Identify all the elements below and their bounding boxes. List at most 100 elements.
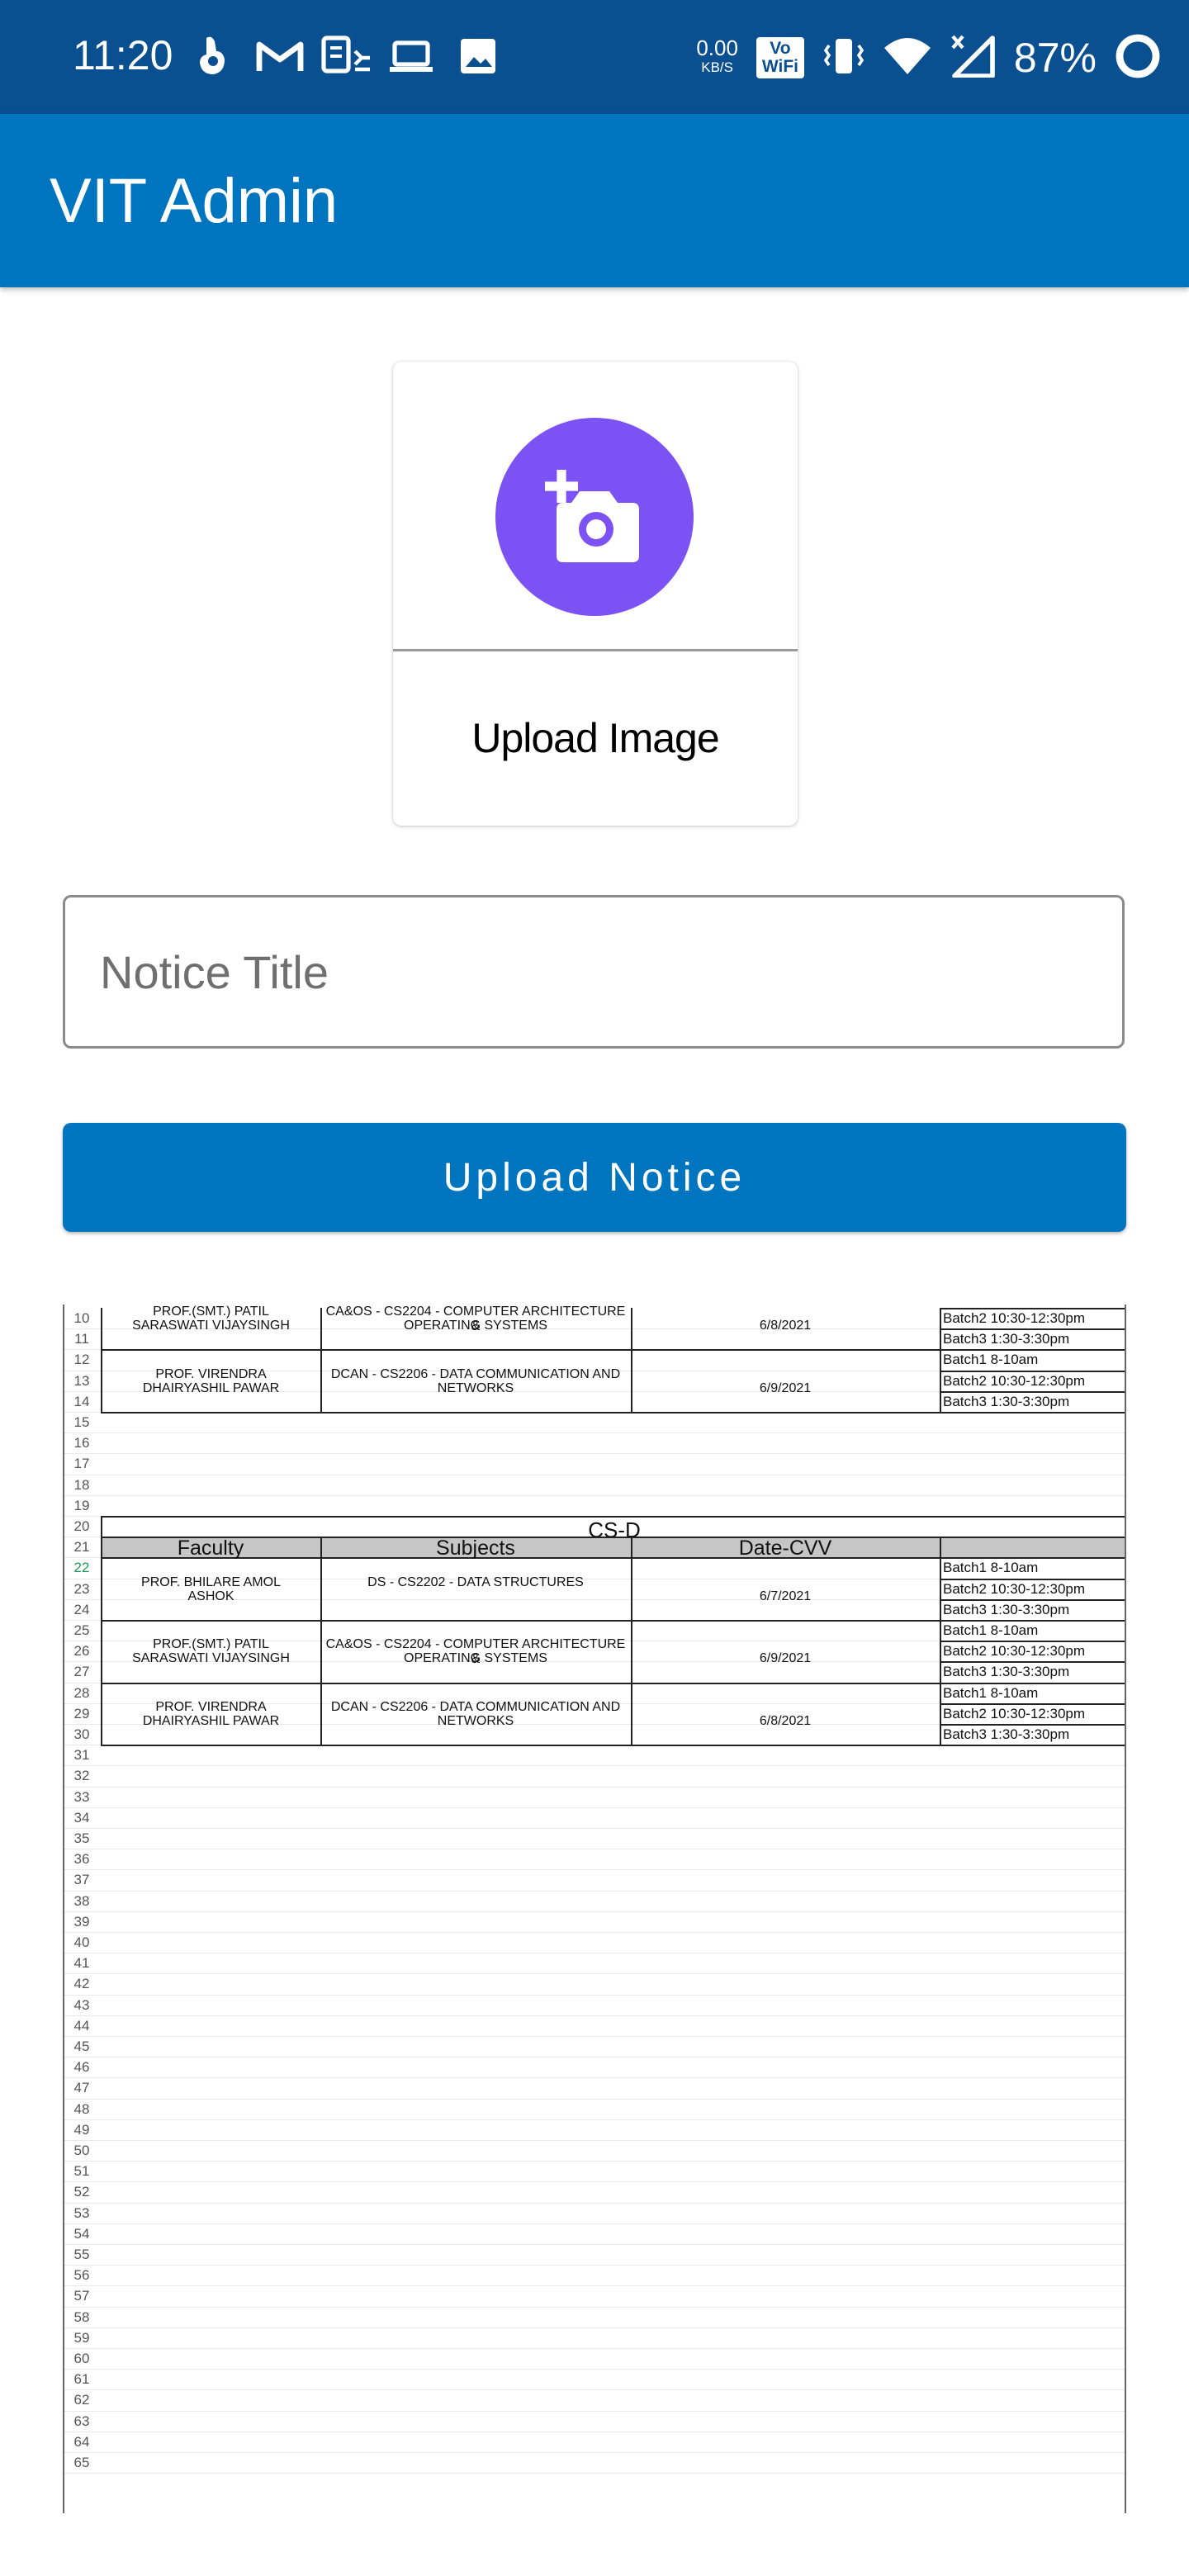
grid-row-line bbox=[64, 2452, 1125, 2453]
row-number: 57 bbox=[73, 2288, 90, 2304]
table-border bbox=[320, 1308, 322, 1350]
row-number: 34 bbox=[73, 1809, 90, 1825]
upload-image-card[interactable]: Upload Image bbox=[393, 362, 798, 826]
signal-icon bbox=[950, 35, 996, 82]
table-border bbox=[320, 1537, 322, 1560]
row-number: 29 bbox=[73, 1705, 90, 1721]
row-number: 44 bbox=[73, 2017, 90, 2034]
table-border bbox=[940, 1620, 941, 1683]
grid-row-line bbox=[64, 2077, 1125, 2079]
subject-cell: OPERATING SYSTEMS bbox=[404, 1319, 547, 1333]
batch-cell: Batch3 1:30-3:30pm bbox=[943, 1726, 1070, 1742]
row-number: 60 bbox=[73, 2351, 90, 2366]
net-speed-unit: KB/S bbox=[701, 59, 733, 75]
notice-title-input[interactable] bbox=[65, 897, 1122, 1046]
row-number: 20 bbox=[73, 1518, 90, 1534]
row-number: 32 bbox=[73, 1768, 90, 1784]
subject-cell: DCAN - CS2206 - DATA COMMUNICATION AND bbox=[330, 1699, 621, 1714]
grid-row-line bbox=[64, 2285, 1125, 2287]
table-border bbox=[940, 1370, 1125, 1372]
faculty-cell: PROF.(SMT.) PATIL bbox=[153, 1637, 269, 1652]
add-photo-icon[interactable] bbox=[495, 418, 694, 616]
row-number: 53 bbox=[73, 2204, 90, 2221]
grid-row-line bbox=[64, 2223, 1125, 2224]
upload-image-icon-area[interactable] bbox=[393, 362, 798, 651]
table-border bbox=[101, 1557, 102, 1620]
faculty-cell: DHAIRYASHIL PAWAR bbox=[142, 1713, 280, 1728]
table-border bbox=[940, 1578, 1125, 1580]
row-number: 43 bbox=[73, 1996, 90, 2013]
row-number: 36 bbox=[73, 1851, 90, 1868]
faculty-cell: SARASWATI VIJAYSINGH bbox=[132, 1651, 290, 1666]
faculty-cell: PROF.(SMT.) PATIL bbox=[153, 1305, 269, 1319]
subject-cell: NETWORKS bbox=[437, 1713, 514, 1728]
table-border bbox=[631, 1349, 632, 1412]
notice-title-field[interactable] bbox=[63, 895, 1125, 1049]
grid-row-line bbox=[64, 1994, 1125, 1996]
batch-cell: Batch2 10:30-12:30pm bbox=[943, 1372, 1086, 1389]
table-border bbox=[101, 1349, 102, 1412]
row-number: 10 bbox=[73, 1310, 90, 1326]
grid-row-line bbox=[64, 1432, 1125, 1434]
table-border bbox=[940, 1641, 1125, 1643]
row-number: 24 bbox=[73, 1601, 90, 1617]
row-number: 16 bbox=[73, 1435, 90, 1451]
grid-row-line bbox=[64, 2015, 1125, 2016]
grid-row-line bbox=[64, 1494, 1125, 1496]
table-border bbox=[940, 1328, 1125, 1331]
table-header-cell: Date-CVV bbox=[738, 1537, 832, 1560]
table-border bbox=[631, 1557, 632, 1620]
status-time: 11:20 bbox=[73, 32, 173, 78]
row-number: 21 bbox=[73, 1539, 90, 1556]
table-border bbox=[940, 1390, 1125, 1393]
row-number: 64 bbox=[73, 2433, 90, 2450]
table-border bbox=[940, 1620, 1125, 1622]
row-number: 15 bbox=[73, 1414, 90, 1430]
row-number: 27 bbox=[73, 1664, 90, 1680]
date-cell: 6/7/2021 bbox=[759, 1589, 812, 1603]
notice-image-preview: 10 11 12 13 14 15 16 17 18 19 20 21 22 23 24 25 26 27 28 29… bbox=[63, 1305, 1126, 2513]
row-number: 13 bbox=[73, 1372, 90, 1389]
row-number: 55 bbox=[73, 2247, 90, 2262]
row-number: 42 bbox=[73, 1976, 90, 1992]
battery-ring-icon bbox=[1115, 33, 1161, 83]
row-number: 52 bbox=[73, 2184, 90, 2200]
row-number: 45 bbox=[73, 2039, 90, 2054]
faculty-cell: DHAIRYASHIL PAWAR bbox=[142, 1380, 280, 1395]
grid-row-line bbox=[64, 1973, 1125, 1975]
batch-cell: Batch3 1:30-3:30pm bbox=[943, 1393, 1070, 1409]
grid-row-line bbox=[64, 2119, 1125, 2120]
row-number: 12 bbox=[73, 1352, 90, 1368]
app-bar: VIT Admin bbox=[0, 114, 1189, 287]
row-number: 28 bbox=[73, 1684, 90, 1701]
subject-cell: OPERATING SYSTEMS bbox=[404, 1651, 547, 1666]
grid-row-line bbox=[64, 2389, 1125, 2391]
row-number: 17 bbox=[73, 1456, 90, 1472]
net-speed-value: 0.00 bbox=[696, 36, 738, 60]
grid-row-line bbox=[64, 1932, 1125, 1933]
status-bar: 11:20 0.00 KB/S Vo WiFi 87% bbox=[0, 0, 1189, 114]
batch-cell: Batch3 1:30-3:30pm bbox=[943, 1331, 1070, 1347]
date-cell: 6/9/2021 bbox=[759, 1380, 812, 1395]
table-border bbox=[940, 1745, 1125, 1747]
row-number: 58 bbox=[73, 2308, 90, 2325]
table-header-cell: Subjects bbox=[436, 1537, 515, 1560]
row-number: 50 bbox=[73, 2143, 90, 2158]
subject-cell: DS - CS2202 - DATA STRUCTURES bbox=[367, 1574, 584, 1589]
batch-cell: Batch2 10:30-12:30pm bbox=[943, 1705, 1086, 1721]
row-number: 18 bbox=[73, 1476, 90, 1493]
table-border bbox=[631, 1682, 632, 1745]
table-border bbox=[101, 1308, 102, 1350]
date-cell: 6/9/2021 bbox=[759, 1651, 812, 1666]
batch-cell: Batch2 10:30-12:30pm bbox=[943, 1643, 1086, 1660]
batch-cell: Batch2 10:30-12:30pm bbox=[943, 1310, 1086, 1326]
table-border bbox=[940, 1724, 1125, 1726]
row-number: 54 bbox=[73, 2225, 90, 2242]
grid-row-line bbox=[64, 2369, 1125, 2370]
table-border bbox=[940, 1349, 941, 1412]
upload-image-label[interactable]: Upload Image bbox=[393, 651, 798, 826]
upload-notice-button[interactable]: Upload Notice bbox=[63, 1123, 1126, 1232]
row-number: 37 bbox=[73, 1872, 90, 1888]
grid-row-line bbox=[64, 2036, 1125, 2037]
device-icon bbox=[320, 31, 372, 81]
